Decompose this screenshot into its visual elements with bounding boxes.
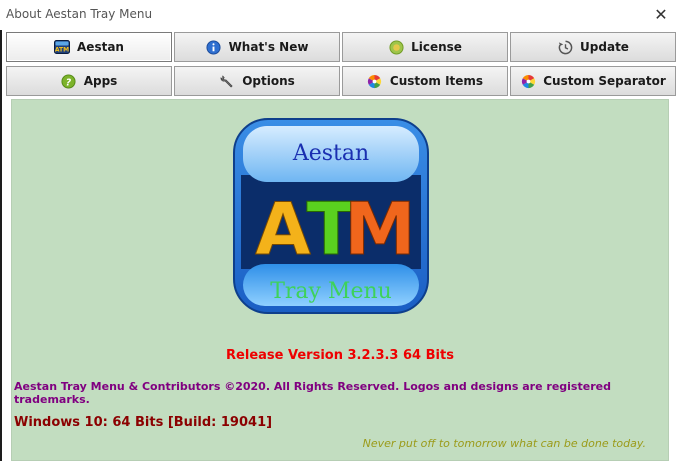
about-panel: Aestan A T M Tray Menu Release Version 3… xyxy=(11,99,669,461)
tab-update[interactable]: Update xyxy=(510,32,676,62)
info-icon xyxy=(206,39,222,55)
title-bar: About Aestan Tray Menu ✕ xyxy=(0,0,681,30)
wrench-icon xyxy=(219,73,235,89)
tab-label: Aestan xyxy=(77,40,124,54)
windows-version: Windows 10: 64 Bits [Build: 19041] xyxy=(14,415,273,430)
window-edge xyxy=(0,30,2,461)
tab-custom-separator[interactable]: Custom Separator xyxy=(510,66,676,96)
window-title: About Aestan Tray Menu xyxy=(6,7,153,21)
logo-letter-m: M xyxy=(344,187,416,271)
svg-text:?: ? xyxy=(66,77,72,88)
tab-apps[interactable]: ? Apps xyxy=(6,66,172,96)
atm-logo: Aestan A T M Tray Menu xyxy=(233,118,429,314)
tab-whats-new[interactable]: What's New xyxy=(174,32,340,62)
color-wheel-icon xyxy=(367,73,383,89)
help-icon: ? xyxy=(61,73,77,89)
license-badge-icon xyxy=(388,39,404,55)
tab-custom-items[interactable]: Custom Items xyxy=(342,66,508,96)
tab-label: Apps xyxy=(83,74,118,88)
tab-label: License xyxy=(411,40,462,54)
tab-options[interactable]: Options xyxy=(174,66,340,96)
tab-bar: ATM Aestan What's New License Update ? A… xyxy=(6,32,677,98)
release-version: Release Version 3.2.3.3 64 Bits xyxy=(226,348,454,363)
tab-aestan[interactable]: ATM Aestan xyxy=(6,32,172,62)
quote-text: Never put off to tomorrow what can be do… xyxy=(362,437,646,450)
tab-label: Options xyxy=(242,74,295,88)
tab-label: Custom Separator xyxy=(543,74,666,88)
svg-text:ATM: ATM xyxy=(55,47,69,54)
copyright-text: Aestan Tray Menu & Contributors ©2020. A… xyxy=(14,380,611,406)
tab-label: Custom Items xyxy=(389,74,484,88)
logo-bottom-text: Tray Menu xyxy=(270,279,392,304)
atm-logo-icon: ATM xyxy=(54,39,71,55)
tab-label: Update xyxy=(580,40,629,54)
logo-top-text: Aestan xyxy=(292,141,369,166)
close-icon: ✕ xyxy=(654,7,668,24)
color-wheel-icon xyxy=(520,73,536,89)
close-button[interactable]: ✕ xyxy=(641,0,681,30)
tab-license[interactable]: License xyxy=(342,32,508,62)
logo-letter-a: A xyxy=(255,187,311,271)
update-clock-icon xyxy=(557,39,573,55)
tab-label: What's New xyxy=(228,40,309,54)
